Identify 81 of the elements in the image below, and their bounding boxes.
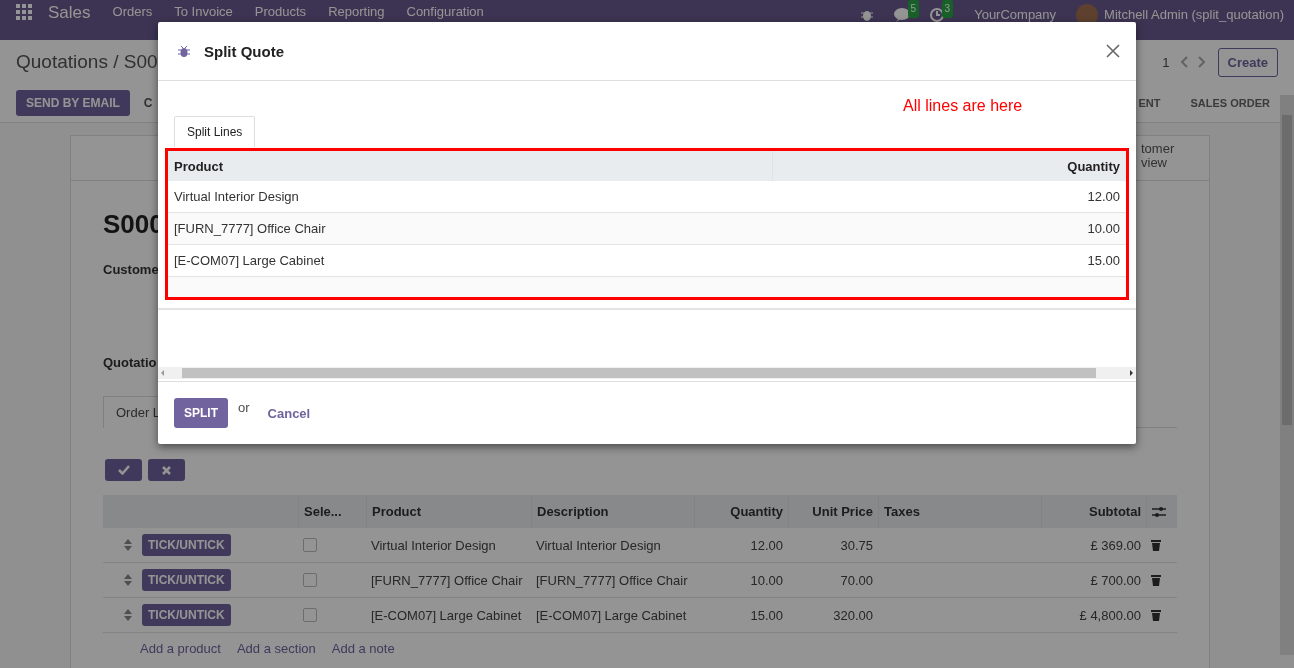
table-cell: 70.00: [788, 563, 878, 598]
add-line-link[interactable]: Add a note: [331, 641, 395, 656]
column-header[interactable]: Product: [366, 495, 531, 528]
table-cell: [FURN_7777] Office Chair: [366, 563, 531, 598]
column-header[interactable]: Quantity: [772, 151, 1126, 181]
split-button[interactable]: SPLIT: [174, 398, 228, 428]
table-cell: 30.75: [788, 528, 878, 563]
table-cell: £ 369.00: [1041, 528, 1146, 563]
column-header[interactable]: Quantity: [694, 495, 788, 528]
message-count-badge: 5: [907, 0, 920, 18]
action-button[interactable]: C: [143, 96, 153, 110]
dialog-title: Split Quote: [204, 42, 284, 60]
menu-item[interactable]: Configuration: [406, 4, 484, 20]
table-cell: [E-COM07] Large Cabinet: [531, 598, 694, 633]
column-header[interactable]: Subtotal: [1041, 495, 1146, 528]
next-icon[interactable]: [1197, 56, 1206, 68]
breadcrumb: Quotations / S00: [16, 51, 158, 73]
close-button[interactable]: [1106, 44, 1120, 58]
cancel-link[interactable]: Cancel: [267, 405, 311, 421]
scrollbar[interactable]: [1280, 95, 1294, 655]
activity-count-badge: 3: [941, 0, 954, 18]
drag-handle-icon[interactable]: [124, 574, 132, 586]
table-cell: 10.00: [772, 213, 1126, 245]
add-line-link[interactable]: Add a section: [236, 641, 316, 656]
status-stage[interactable]: ENT: [1138, 97, 1161, 109]
trash-icon[interactable]: [1151, 539, 1161, 551]
row-checkbox[interactable]: [303, 608, 317, 622]
table-cell: £ 700.00: [1041, 563, 1146, 598]
tick-all-button[interactable]: [105, 459, 142, 481]
column-header[interactable]: Taxes: [878, 495, 1041, 528]
row-checkbox[interactable]: [303, 573, 317, 587]
check-icon: [117, 465, 130, 475]
company-name[interactable]: YourCompany: [974, 7, 1057, 23]
table-cell: 15.00: [694, 598, 788, 633]
row-checkbox[interactable]: [303, 538, 317, 552]
dialog-tab[interactable]: Split Lines: [174, 116, 256, 147]
status-stage[interactable]: SALES ORDER: [1190, 97, 1270, 109]
drag-handle-icon[interactable]: [124, 539, 132, 551]
column-header[interactable]: Sele...: [298, 495, 366, 528]
add-line-link[interactable]: Add a product: [140, 641, 221, 656]
bug-icon[interactable]: [860, 8, 875, 22]
table-cell: [E-COM07] Large Cabinet: [366, 598, 531, 633]
user-name[interactable]: Mitchell Admin (split_quotation): [1104, 7, 1284, 23]
field-label: Quotatio: [103, 355, 157, 370]
create-button[interactable]: Create: [1217, 47, 1278, 77]
close-icon: [162, 465, 171, 475]
table-cell: 12.00: [694, 528, 788, 563]
trash-icon[interactable]: [1151, 574, 1161, 586]
chat-icon[interactable]: [894, 8, 911, 22]
drag-handle-icon[interactable]: [124, 609, 132, 621]
table-cell: £ 4,800.00: [1041, 598, 1146, 633]
tick-untick-button[interactable]: TICK/UNTICK: [142, 569, 231, 591]
field-label: Custome: [103, 262, 159, 277]
menu-item[interactable]: Products: [254, 4, 307, 20]
send-by-email-button[interactable]: SEND BY EMAIL: [16, 90, 130, 116]
table-cell: 320.00: [788, 598, 878, 633]
column-header[interactable]: Unit Price: [788, 495, 878, 528]
menu-item[interactable]: Reporting: [328, 4, 385, 20]
menu-item[interactable]: Orders: [112, 4, 153, 20]
pager-value: 1: [1162, 54, 1170, 70]
app-title[interactable]: Sales: [48, 4, 91, 22]
settings-icon[interactable]: [1152, 505, 1166, 518]
column-header[interactable]: Product: [168, 151, 772, 181]
horizontal-scrollbar[interactable]: [158, 367, 1136, 379]
separator-text: or: [238, 400, 250, 415]
table-cell: [FURN_7777] Office Chair: [531, 563, 694, 598]
annotation-text: All lines are here: [903, 97, 1023, 114]
table-cell: 10.00: [694, 563, 788, 598]
untick-all-button[interactable]: [148, 459, 185, 481]
menu-item[interactable]: To Invoice: [174, 4, 233, 20]
column-header[interactable]: Description: [531, 495, 694, 528]
trash-icon[interactable]: [1151, 609, 1161, 621]
clock-icon[interactable]: [930, 8, 945, 22]
tick-untick-button[interactable]: TICK/UNTICK: [142, 534, 231, 556]
table-cell: [FURN_7777] Office Chair: [168, 213, 772, 245]
tick-untick-button[interactable]: TICK/UNTICK: [142, 604, 231, 626]
bug-icon: [178, 44, 190, 58]
apps-menu-icon[interactable]: [16, 4, 32, 20]
table-cell: Virtual Interior Design: [531, 528, 694, 563]
table-cell: Virtual Interior Design: [366, 528, 531, 563]
previous-icon[interactable]: [1179, 56, 1188, 68]
